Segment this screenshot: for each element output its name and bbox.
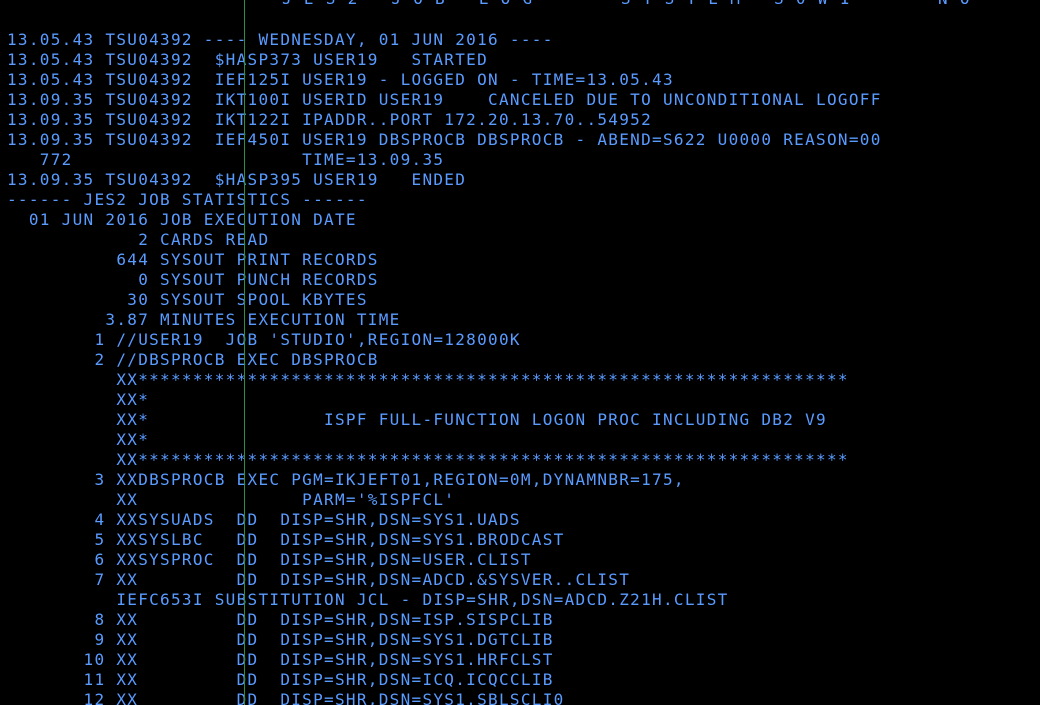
- log-line: 13.09.35 TSU04392 IEF450I USER19 DBSPROC…: [7, 130, 882, 149]
- log-line: 644 SYSOUT PRINT RECORDS: [7, 250, 379, 269]
- log-line: 13.05.43 TSU04392 $HASP373 USER19 STARTE…: [7, 50, 489, 69]
- log-line: 11 XX DD DISP=SHR,DSN=ICQ.ICQCCLIB: [7, 670, 554, 689]
- log-line: 12 XX DD DISP=SHR,DSN=SYS1.SBLSCLI0: [7, 690, 565, 705]
- log-line: XX**************************************…: [7, 370, 849, 389]
- log-line: 3 XXDBSPROCB EXEC PGM=IKJEFT01,REGION=0M…: [7, 470, 685, 489]
- log-line: IEFC653I SUBSTITUTION JCL - DISP=SHR,DSN…: [7, 590, 729, 609]
- log-line: 13.09.35 TSU04392 IKT122I IPADDR..PORT 1…: [7, 110, 653, 129]
- log-line: 1 //USER19 JOB 'STUDIO',REGION=128000K: [7, 330, 521, 349]
- log-line: XX*: [7, 390, 150, 409]
- log-line: XX**************************************…: [7, 450, 849, 469]
- log-line: 8 XX DD DISP=SHR,DSN=ISP.SISPCLIB: [7, 610, 554, 629]
- job-log-header: J E S 2 J O B L O G -- S Y S T E M S 0 W…: [282, 0, 971, 9]
- log-line: 13.09.35 TSU04392 IKT100I USERID USER19 …: [7, 90, 882, 109]
- log-line: ------ JES2 JOB STATISTICS ------: [7, 190, 368, 209]
- log-line: 6 XXSYSPROC DD DISP=SHR,DSN=USER.CLIST: [7, 550, 532, 569]
- log-line: XX*: [7, 430, 150, 449]
- log-line: 4 XXSYSUADS DD DISP=SHR,DSN=SYS1.UADS: [7, 510, 521, 529]
- log-line: 13.05.43 TSU04392 ---- WEDNESDAY, 01 JUN…: [7, 30, 554, 49]
- terminal-screen[interactable]: J E S 2 J O B L O G -- S Y S T E M S 0 W…: [0, 0, 1040, 705]
- log-line: 13.09.35 TSU04392 $HASP395 USER19 ENDED: [7, 170, 467, 189]
- cursor-column-line: [244, 0, 245, 705]
- log-line: 3.87 MINUTES EXECUTION TIME: [7, 310, 401, 329]
- log-line: 2 //DBSPROCB EXEC DBSPROCB: [7, 350, 379, 369]
- log-line: 772 TIME=13.09.35: [7, 150, 445, 169]
- log-line: 9 XX DD DISP=SHR,DSN=SYS1.DGTCLIB: [7, 630, 554, 649]
- log-line: 5 XXSYSLBC DD DISP=SHR,DSN=SYS1.BRODCAST: [7, 530, 565, 549]
- log-line: XX* ISPF FULL-FUNCTION LOGON PROC INCLUD…: [7, 410, 827, 429]
- log-line: XX PARM='%ISPFCL': [7, 490, 456, 509]
- log-line: 0 SYSOUT PUNCH RECORDS: [7, 270, 379, 289]
- log-line: 10 XX DD DISP=SHR,DSN=SYS1.HRFCLST: [7, 650, 554, 669]
- log-line: 30 SYSOUT SPOOL KBYTES: [7, 290, 368, 309]
- log-line: 13.05.43 TSU04392 IEF125I USER19 - LOGGE…: [7, 70, 674, 89]
- log-line: 01 JUN 2016 JOB EXECUTION DATE: [7, 210, 357, 229]
- log-line: 7 XX DD DISP=SHR,DSN=ADCD.&SYSVER..CLIST: [7, 570, 631, 589]
- log-line: 2 CARDS READ: [7, 230, 270, 249]
